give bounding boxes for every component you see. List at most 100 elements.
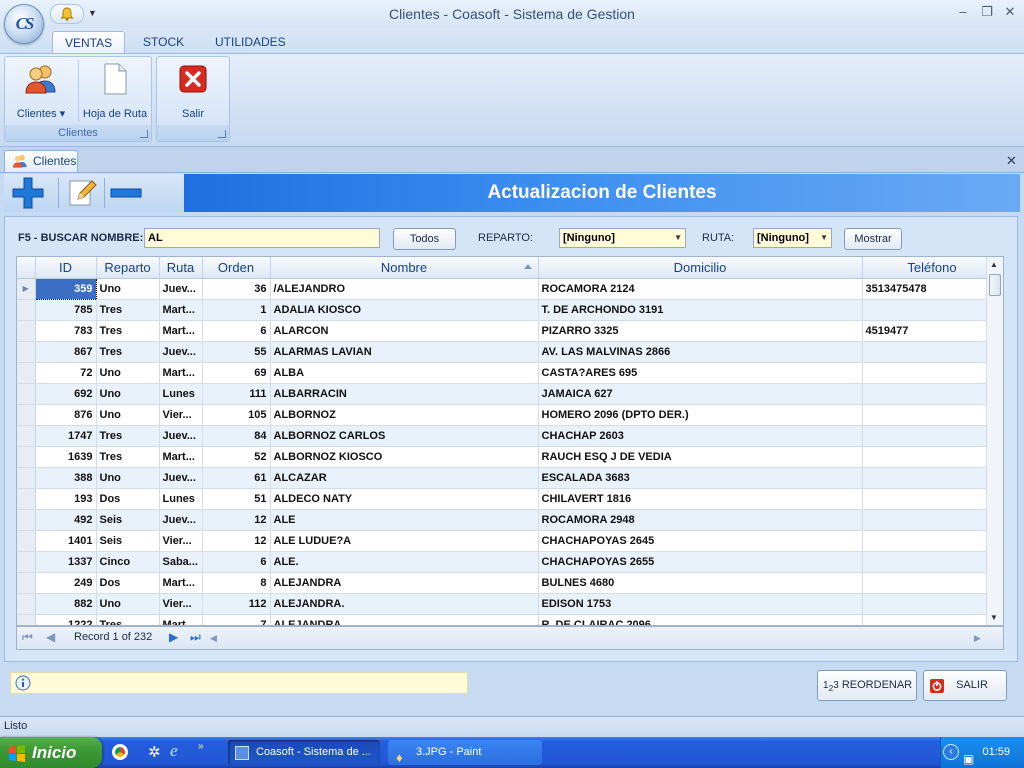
cell-reparto[interactable]: Tres (96, 446, 160, 468)
cell-nombre[interactable]: ALBORNOZ KIOSCO (270, 446, 539, 468)
cell-reparto[interactable]: Tres (96, 299, 160, 321)
cell-telefono[interactable] (862, 425, 1003, 447)
cell-ruta[interactable]: Vier... (159, 593, 203, 615)
cell-orden[interactable]: 51 (202, 488, 271, 510)
salir-ribbon-button[interactable]: Salir (160, 60, 226, 122)
cell-reparto[interactable]: Uno (96, 404, 160, 426)
reordenar-button[interactable]: 123 REORDENAR (817, 670, 917, 701)
cell-reparto[interactable]: Uno (96, 383, 160, 405)
cell-domicilio[interactable]: RAUCH ESQ J DE VEDIA (538, 446, 863, 468)
cell-nombre[interactable]: ALDECO NATY (270, 488, 539, 510)
table-row[interactable]: 783 Tres Mart... 6 ALARCON PIZARRO 3325 451947… (17, 320, 1003, 342)
column-header-id[interactable]: ID (35, 257, 97, 279)
cell-orden[interactable]: 7 (202, 614, 271, 625)
row-selector[interactable] (17, 362, 36, 384)
cell-nombre[interactable]: ALBORNOZ (270, 404, 539, 426)
cell-ruta[interactable]: Juev... (159, 467, 203, 489)
cell-orden[interactable]: 69 (202, 362, 271, 384)
tab-ventas[interactable]: VENTAS (52, 31, 126, 54)
close-button[interactable]: ✕ (999, 4, 1021, 22)
cell-telefono[interactable] (862, 509, 1003, 531)
cell-reparto[interactable]: Cinco (96, 551, 160, 573)
cell-ruta[interactable]: Lunes (159, 488, 203, 510)
cell-nombre[interactable]: ADALIA KIOSCO (270, 299, 539, 321)
row-selector[interactable] (17, 614, 36, 625)
cell-domicilio[interactable]: JAMAICA 627 (538, 383, 863, 405)
cell-ruta[interactable]: Vier... (159, 404, 203, 426)
cell-reparto[interactable]: Uno (96, 362, 160, 384)
salir-button[interactable]: SALIR (923, 670, 1007, 701)
cell-nombre[interactable]: ALBARRACIN (270, 383, 539, 405)
more-quicklaunch-icon[interactable]: » (198, 741, 204, 752)
row-selector[interactable] (17, 509, 36, 531)
column-header-orden[interactable]: Orden (202, 257, 271, 279)
table-row[interactable]: 1747 Tres Juev... 84 ALBORNOZ CARLOS CHACHAP … (17, 425, 1003, 447)
cell-reparto[interactable]: Dos (96, 488, 160, 510)
ruta-combo[interactable]: [Ninguno] ▼ (753, 228, 832, 248)
scroll-left-icon[interactable]: ◀ (210, 633, 217, 644)
chevron-down-icon[interactable]: ▼ (674, 229, 682, 247)
column-header-reparto[interactable]: Reparto (96, 257, 160, 279)
scroll-down-icon[interactable]: ▼ (990, 613, 998, 622)
todos-button[interactable]: Todos (393, 228, 456, 250)
cell-telefono[interactable] (862, 551, 1003, 573)
cell-orden[interactable]: 52 (202, 446, 271, 468)
table-row[interactable]: 1222 Tres Mart... 7 ALEJANDRA R. DE CLAIRAC 2… (17, 614, 1003, 625)
cell-domicilio[interactable]: T. DE ARCHONDO 3191 (538, 299, 863, 321)
cell-nombre[interactable]: ALE (270, 509, 539, 531)
cell-reparto[interactable]: Uno (96, 593, 160, 615)
cell-reparto[interactable]: Uno (96, 278, 160, 300)
column-header-telefono[interactable]: Teléfono (862, 257, 1003, 279)
cell-reparto[interactable]: Seis (96, 530, 160, 552)
cell-domicilio[interactable]: CHILAVERT 1816 (538, 488, 863, 510)
cell-domicilio[interactable]: BULNES 4680 (538, 572, 863, 594)
cell-reparto[interactable]: Tres (96, 341, 160, 363)
row-selector[interactable] (17, 341, 36, 363)
cell-domicilio[interactable]: ROCAMORA 2124 (538, 278, 863, 300)
cell-orden[interactable]: 36 (202, 278, 271, 300)
column-header-nombre[interactable]: Nombre (270, 257, 539, 279)
cell-orden[interactable]: 111 (202, 383, 271, 405)
cell-orden[interactable]: 6 (202, 320, 271, 342)
cell-id[interactable]: 492 (35, 509, 97, 531)
search-input[interactable]: AL (144, 228, 380, 248)
cell-orden[interactable]: 1 (202, 299, 271, 321)
cell-id[interactable]: 1222 (35, 614, 97, 625)
cell-id[interactable]: 249 (35, 572, 97, 594)
minimize-button[interactable]: – (952, 4, 974, 22)
cell-nombre[interactable]: ALEJANDRA. (270, 593, 539, 615)
row-selector[interactable] (17, 551, 36, 573)
row-selector[interactable] (17, 593, 36, 615)
add-button[interactable] (6, 176, 50, 210)
last-record-icon[interactable]: ⏭ (190, 630, 201, 645)
cell-nombre[interactable]: ALBA (270, 362, 539, 384)
row-selector[interactable] (17, 488, 36, 510)
cell-telefono[interactable] (862, 614, 1003, 625)
cell-ruta[interactable]: Lunes (159, 383, 203, 405)
row-selector[interactable] (17, 404, 36, 426)
cell-domicilio[interactable]: EDISON 1753 (538, 593, 863, 615)
cell-orden[interactable]: 6 (202, 551, 271, 573)
cell-id[interactable]: 193 (35, 488, 97, 510)
cell-telefono[interactable] (862, 488, 1003, 510)
settings-icon[interactable]: ✲ (148, 743, 161, 761)
cell-nombre[interactable]: ALARCON (270, 320, 539, 342)
cell-reparto[interactable]: Tres (96, 320, 160, 342)
cell-id[interactable]: 1639 (35, 446, 97, 468)
cell-id[interactable]: 388 (35, 467, 97, 489)
cell-telefono[interactable] (862, 383, 1003, 405)
cell-orden[interactable]: 12 (202, 509, 271, 531)
cell-nombre[interactable]: ALEJANDRA (270, 614, 539, 625)
start-button[interactable]: Inicio (0, 737, 102, 768)
cell-domicilio[interactable]: R. DE CLAIRAC 2096 (538, 614, 863, 625)
table-row[interactable]: 692 Uno Lunes 111 ALBARRACIN JAMAICA 627 (17, 383, 1003, 405)
row-selector[interactable] (17, 572, 36, 594)
cell-reparto[interactable]: Uno (96, 467, 160, 489)
cell-nombre[interactable]: ALBORNOZ CARLOS (270, 425, 539, 447)
cell-telefono[interactable] (862, 362, 1003, 384)
cell-ruta[interactable]: Vier... (159, 530, 203, 552)
table-row[interactable]: 882 Uno Vier... 112 ALEJANDRA. EDISON 1753 (17, 593, 1003, 615)
next-record-icon[interactable]: ▶ (169, 630, 178, 644)
cell-id[interactable]: 785 (35, 299, 97, 321)
cell-domicilio[interactable]: ESCALADA 3683 (538, 467, 863, 489)
